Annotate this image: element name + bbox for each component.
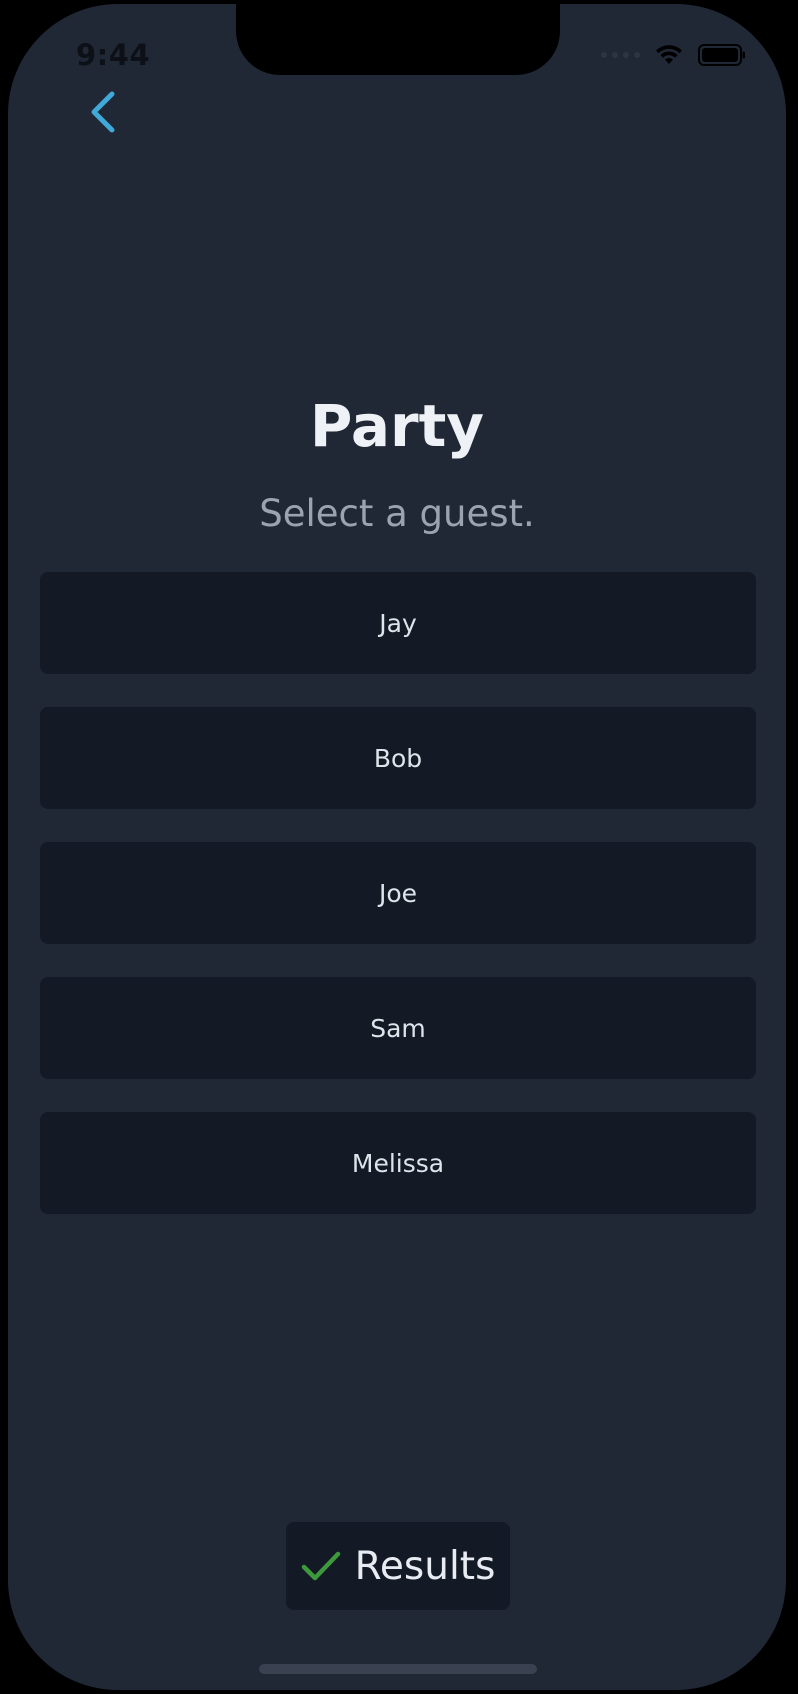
guest-button-bob[interactable]: Bob (40, 707, 756, 809)
status-time: 9:44 (76, 38, 151, 72)
page-subtitle: Select a guest. (259, 492, 535, 535)
guest-button-sam[interactable]: Sam (40, 977, 756, 1079)
guest-name: Melissa (351, 1148, 445, 1178)
results-button[interactable]: Results (286, 1522, 510, 1610)
page-title: Party (309, 392, 485, 460)
guest-button-melissa[interactable]: Melissa (40, 1112, 756, 1214)
guest-name: Bob (373, 743, 423, 773)
cellular-signal-icon (601, 52, 640, 58)
checkmark-icon (301, 1551, 340, 1581)
app-screen: 9:44 Party Select a guest. Jay Bob Joe S… (8, 4, 786, 1690)
wifi-icon (656, 45, 682, 64)
guest-name: Sam (370, 1013, 426, 1043)
guest-button-joe[interactable]: Joe (40, 842, 756, 944)
status-icons (601, 44, 746, 66)
chevron-left-icon (91, 91, 115, 133)
guest-button-jay[interactable]: Jay (40, 572, 756, 674)
home-indicator[interactable] (259, 1664, 537, 1674)
back-button[interactable] (84, 88, 128, 138)
battery-icon (698, 44, 745, 66)
guest-name: Joe (378, 878, 418, 908)
results-label: Results (354, 1543, 496, 1589)
notch (236, 4, 560, 75)
device-frame: 9:44 Party Select a guest. Jay Bob Joe S… (0, 0, 798, 1694)
guest-name: Jay (379, 608, 417, 638)
guest-list: Jay Bob Joe Sam Melissa (40, 572, 756, 1247)
